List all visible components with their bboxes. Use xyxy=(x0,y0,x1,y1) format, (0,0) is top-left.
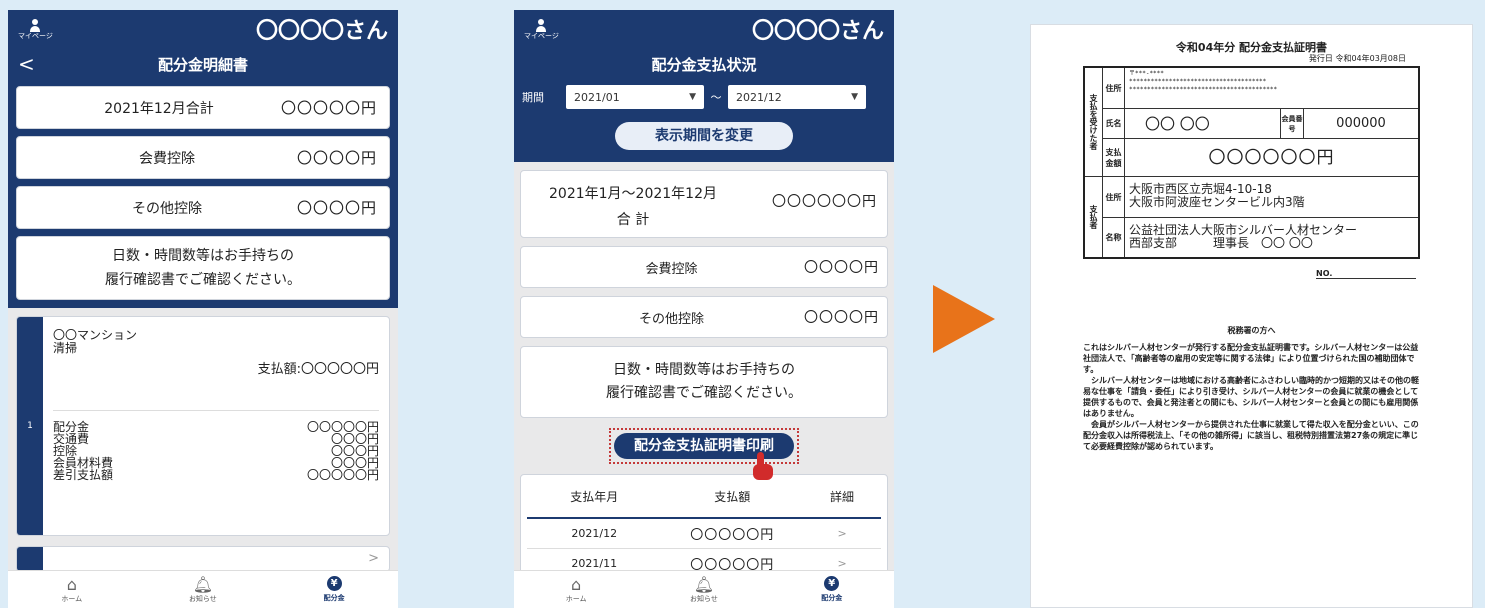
period-to-select[interactable]: 2021/12 ▼ xyxy=(728,85,866,109)
payment-status-screen: マイページ 〇〇〇〇さん 配分金支払状況 期間 2021/01 ▼ 〜 2021/… xyxy=(514,10,894,608)
note-line: 日数・時間数等はお手持ちの xyxy=(112,248,294,264)
total-label: 2021年12月合計 xyxy=(104,100,214,117)
header-bar: マイページ 〇〇〇〇さん xyxy=(8,10,398,48)
chevron-right-icon: > xyxy=(837,557,847,570)
chevron-right-icon: > xyxy=(837,527,847,540)
sum-card: 2021年1月〜2021年12月 合 計 〇〇〇〇〇〇円 xyxy=(520,170,888,238)
nav-home[interactable]: ⌂ ホーム xyxy=(566,574,587,604)
item-labels: 配分金 交通費 控除 会員材料費 差引支払額 xyxy=(53,420,114,482)
change-period-button[interactable]: 表示期間を変更 xyxy=(615,122,793,150)
summary-block: 2021年12月合計 〇〇〇〇〇円 会費控除 〇〇〇〇円 その他控除 〇〇〇〇円… xyxy=(8,80,398,308)
fee-row: 会費控除 〇〇〇〇円 xyxy=(16,136,390,179)
detail-index: 1 xyxy=(17,317,43,535)
nav-payment[interactable]: ¥ 配分金 xyxy=(821,576,842,603)
period-label: 期間 xyxy=(522,91,544,104)
total-value: 〇〇〇〇〇円 xyxy=(280,99,377,117)
receiver-section-label: 支払を受けた者 xyxy=(1085,68,1103,176)
table-header: 支払年月 支払額 詳細 xyxy=(527,475,881,519)
bell-icon: 🔔︎ xyxy=(693,574,715,594)
note-line: 履行確認書でご確認ください。 xyxy=(105,272,301,288)
payer-section-label: 支払者 xyxy=(1085,177,1103,257)
payment-table: 支払年月 支払額 詳細 2021/12 〇〇〇〇〇円 > 2021/11 〇〇〇… xyxy=(520,474,888,580)
title-bar: < 配分金明細書 xyxy=(8,48,398,80)
header-bar: マイページ 〇〇〇〇さん xyxy=(514,10,894,48)
sum-period: 2021年1月〜2021年12月 xyxy=(549,186,717,202)
period-from-select[interactable]: 2021/01 ▼ xyxy=(566,85,704,109)
period-row: 期間 2021/01 ▼ 〜 2021/12 ▼ xyxy=(514,80,894,114)
caret-down-icon: ▼ xyxy=(689,92,696,102)
bell-icon: 🔔︎ xyxy=(192,574,214,594)
yen-icon: ¥ xyxy=(326,576,342,591)
mypage-button[interactable]: マイページ xyxy=(524,18,559,40)
chevron-right-icon: > xyxy=(368,551,379,566)
other-label: その他控除 xyxy=(131,200,202,217)
fee-row: 会費控除 〇〇〇〇円 xyxy=(520,246,888,288)
fee-value: 〇〇〇〇円 xyxy=(296,149,377,167)
total-row: 2021年12月合計 〇〇〇〇〇円 xyxy=(16,86,390,129)
receiver-name: 〇〇 〇〇 xyxy=(1145,115,1210,133)
home-icon: ⌂ xyxy=(571,574,582,594)
user-name: 〇〇〇〇さん xyxy=(751,19,884,44)
zip-code: 〒***-**** xyxy=(1129,70,1164,77)
nav-home[interactable]: ⌂ ホーム xyxy=(61,574,82,604)
tax-office-heading: 税務署の方へ xyxy=(1227,326,1276,335)
mypage-button[interactable]: マイページ xyxy=(18,18,53,40)
note-box: 日数・時間数等はお手持ちの 履行確認書でご確認ください。 xyxy=(16,236,390,300)
explanation-text: これはシルバー人材センターが発行する配分金支払証明書です。シルバー人材センターは… xyxy=(1083,343,1419,451)
mypage-label: マイページ xyxy=(18,31,53,40)
next-arrow-icon xyxy=(933,285,995,353)
bottom-nav: ⌂ ホーム 🔔︎ お知らせ ¥ 配分金 xyxy=(8,570,398,608)
other-row: その他控除 〇〇〇〇円 xyxy=(520,296,888,338)
person-icon xyxy=(29,18,41,33)
bottom-nav: ⌂ ホーム 🔔︎ お知らせ ¥ 配分金 xyxy=(514,570,894,608)
back-icon[interactable]: < xyxy=(18,52,35,76)
table-row[interactable]: 2021/12 〇〇〇〇〇円 > xyxy=(527,519,881,549)
page-title: 配分金支払状況 xyxy=(651,55,757,74)
filter-block: 配分金支払状況 期間 2021/01 ▼ 〜 2021/12 ▼ 表示期間を変更 xyxy=(514,48,894,162)
member-number: 000000 xyxy=(1336,116,1386,131)
person-icon xyxy=(535,18,547,33)
caret-down-icon: ▼ xyxy=(851,92,858,102)
print-highlight: 配分金支払証明書印刷 xyxy=(609,428,799,480)
work-type: 清掃 xyxy=(53,341,78,355)
detail-card[interactable]: 1 〇〇マンション 清掃 支払額:〇〇〇〇〇円 配分金 交通費 控除 会員材料費… xyxy=(16,316,390,536)
sum-value: 〇〇〇〇〇〇円 xyxy=(772,194,877,210)
site-name: 〇〇マンション xyxy=(53,328,138,342)
pointer-hand-icon xyxy=(751,452,775,482)
fee-label: 会費控除 xyxy=(138,150,195,167)
nav-notice[interactable]: 🔔︎ お知らせ xyxy=(189,574,217,604)
nav-notice[interactable]: 🔔︎ お知らせ xyxy=(690,574,718,604)
document-number: NO. xyxy=(1083,269,1416,279)
pay-amount: 支払額:〇〇〇〇〇円 xyxy=(257,362,379,377)
yen-icon: ¥ xyxy=(824,576,840,591)
next-detail-card[interactable]: > xyxy=(16,546,390,572)
mypage-label: マイページ xyxy=(524,31,559,40)
other-value: 〇〇〇〇円 xyxy=(296,199,377,217)
payment-amount: 〇〇〇〇〇〇円 xyxy=(1208,148,1335,168)
certificate-table: 支払を受けた者 住所 〒***-**** *******************… xyxy=(1083,66,1420,259)
certificate-document: 令和04年分 配分金支払証明書 発行日 令和04年03月08日 支払を受けた者 … xyxy=(1030,24,1473,608)
note-box: 日数・時間数等はお手持ちの 履行確認書でご確認ください。 xyxy=(520,346,888,418)
user-name: 〇〇〇〇さん xyxy=(255,19,388,44)
home-icon: ⌂ xyxy=(66,574,77,594)
other-row: その他控除 〇〇〇〇円 xyxy=(16,186,390,229)
page-title: 配分金明細書 xyxy=(157,55,248,74)
nav-payment[interactable]: ¥ 配分金 xyxy=(324,576,345,603)
statement-screen: マイページ 〇〇〇〇さん < 配分金明細書 2021年12月合計 〇〇〇〇〇円 … xyxy=(8,10,398,608)
item-values: 〇〇〇〇〇円 〇〇〇円 〇〇〇円 〇〇〇円 〇〇〇〇〇円 xyxy=(306,420,379,482)
sum-label: 合 計 xyxy=(616,212,650,228)
